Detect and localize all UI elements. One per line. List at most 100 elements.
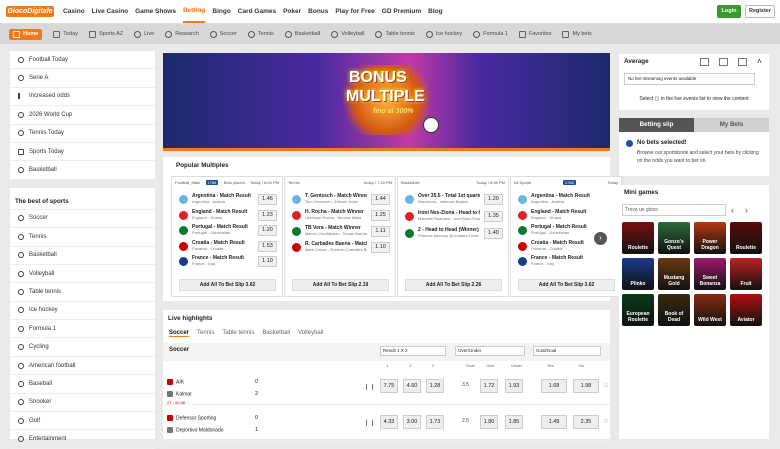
nav-play-for-free[interactable]: Play for Free [335, 0, 374, 24]
game-tile[interactable]: Fruit [730, 258, 762, 290]
odds-under-button[interactable]: 1.93 [505, 379, 523, 393]
chevron-up-icon[interactable]: ˄ [757, 58, 766, 66]
subnav-research[interactable]: Research [165, 30, 199, 38]
tab-table-tennis[interactable]: Table tennis [222, 330, 254, 337]
sidebar-item-soccer[interactable]: Soccer [10, 210, 155, 229]
nav-betting[interactable]: Betting [182, 1, 206, 23]
subnav-ice-hockey[interactable]: Ice hockey [425, 30, 462, 38]
odds-1-button[interactable]: 4.33 [380, 415, 398, 429]
odds-no-button[interactable]: 1.98 [573, 379, 599, 393]
subnav-home[interactable]: Home [9, 28, 43, 40]
subnav-volleyball[interactable]: Volleyball [331, 30, 364, 38]
odds-2-button[interactable]: 1.28 [426, 379, 444, 393]
odds-button[interactable]: 1.53 [258, 240, 277, 252]
nav-casino[interactable]: Casino [63, 0, 85, 24]
nav-card-games[interactable]: Card Games [238, 0, 276, 24]
game-tile[interactable]: Plinko [622, 258, 654, 290]
odds-button[interactable]: 1.20 [484, 194, 503, 205]
subnav-sports-az[interactable]: Sports AZ [88, 30, 123, 38]
stats-icon[interactable] [719, 58, 728, 66]
subnav-favorites[interactable]: Favorites [518, 30, 551, 38]
subnav-live[interactable]: Live [134, 30, 154, 38]
game-tile[interactable]: Book of Dead [658, 294, 690, 326]
tab-volleyball[interactable]: Volleyball [298, 330, 323, 337]
odds-yes-button[interactable]: 1.68 [541, 379, 567, 393]
market-select-goal-goal[interactable]: Goal/Goal [533, 346, 601, 356]
chevron-right-icon[interactable]: › [594, 232, 607, 245]
odds-button[interactable]: 1.25 [371, 210, 390, 221]
sidebar-item-sports-today[interactable]: Sports Today [10, 143, 155, 162]
odds-under-button[interactable]: 1.85 [505, 415, 523, 429]
market-select-over-under[interactable]: Over/Under [455, 346, 525, 356]
home-team[interactable]: Defensor Sporting [167, 415, 216, 421]
sidebar-item-american-football[interactable]: American football [10, 357, 155, 376]
favorite-star-icon[interactable]: ☆ [603, 381, 609, 389]
game-tile[interactable]: Mustang Gold [658, 258, 690, 290]
add-all-to-slip-button[interactable]: Add All To Bet Slip 3.62 [518, 279, 615, 291]
odds-x-button[interactable]: 3.00 [403, 415, 421, 429]
sidebar-item-world-cup[interactable]: 2026 World Cup [10, 106, 155, 125]
odds-over-button[interactable]: 1.72 [480, 379, 498, 393]
game-tile[interactable]: Roulette [730, 222, 762, 254]
nav-gd-premium[interactable]: GD Premium [382, 0, 421, 24]
odds-no-button[interactable]: 2.35 [573, 415, 599, 429]
odds-yes-button[interactable]: 1.49 [541, 415, 567, 429]
odds-button[interactable]: 1.40 [484, 228, 503, 239]
subnav-table-tennis[interactable]: Table tennis [375, 30, 415, 38]
chevron-right-icon[interactable]: › [745, 205, 748, 215]
sidebar-item-baseball[interactable]: Baseball [10, 375, 155, 394]
stats-icon[interactable] [366, 420, 373, 426]
odds-2-button[interactable]: 1.73 [426, 415, 444, 429]
nav-bonus[interactable]: Bonus [308, 0, 328, 24]
odds-button[interactable]: 1.23 [258, 209, 277, 221]
away-team[interactable]: Deportivo Maldonado [167, 427, 224, 433]
odds-button[interactable]: 1.10 [371, 242, 390, 253]
sidebar-item-tennis[interactable]: Tennis [10, 228, 155, 247]
sidebar-item-basketball[interactable]: Basketball [10, 161, 155, 180]
add-all-to-slip-button[interactable]: Add All To Bet Slip 3.62 [179, 279, 276, 291]
subnav-formula-1[interactable]: Formula 1 [473, 30, 508, 38]
tab-betting-slip[interactable]: Betting slip [619, 118, 694, 132]
favorite-star-icon[interactable]: ☆ [603, 417, 609, 425]
away-team[interactable]: Kalmar [167, 391, 192, 397]
tab-soccer[interactable]: Soccer [169, 330, 190, 337]
game-tile[interactable]: Power Dragon [694, 222, 726, 254]
stats-icon[interactable] [366, 384, 373, 390]
nav-live-casino[interactable]: Live Casino [92, 0, 128, 24]
odds-button[interactable]: 1.44 [371, 194, 390, 205]
sidebar-item-entertainment[interactable]: Entertainment [10, 430, 155, 449]
add-all-to-slip-button[interactable]: Add All To Bet Slip 2.26 [405, 279, 502, 291]
odds-button[interactable]: 1.20 [258, 225, 277, 236]
sidebar-item-basketball-2[interactable]: Basketball [10, 247, 155, 265]
nav-poker[interactable]: Poker [283, 0, 301, 24]
subnav-tennis[interactable]: Tennis [247, 30, 274, 38]
register-button[interactable]: Register [745, 5, 775, 18]
tab-basketball[interactable]: Basketball [262, 330, 290, 337]
subnav-my-bets[interactable]: My bets [562, 30, 592, 38]
odds-1-button[interactable]: 7.75 [380, 379, 398, 393]
market-select-1x2[interactable]: Result 1 X 2 [380, 346, 446, 356]
promo-banner[interactable]: BONUS MULTIPLE fino al 300% [163, 53, 610, 149]
stream-select[interactable]: No live streaming events available [624, 73, 755, 85]
sidebar-item-formula-1[interactable]: Formula 1 [10, 320, 155, 339]
sidebar-item-increased-odds[interactable]: Increased odds [10, 88, 155, 107]
odds-over-button[interactable]: 1.80 [480, 415, 498, 429]
subnav-today[interactable]: Today [53, 30, 78, 38]
sidebar-item-serie-a[interactable]: Serie A [10, 69, 155, 88]
sidebar-item-cycling[interactable]: Cycling [10, 338, 155, 357]
game-tile[interactable]: Aviator [730, 294, 762, 326]
sidebar-item-snooker[interactable]: Snooker [10, 394, 155, 413]
field-icon[interactable] [738, 58, 747, 66]
sidebar-item-tennis-today[interactable]: Tennis Today [10, 125, 155, 143]
odds-button[interactable]: 1.11 [371, 226, 390, 237]
game-tile[interactable]: Sweet Bonanza [694, 258, 726, 290]
nav-game-shows[interactable]: Game Shows [135, 0, 176, 24]
odds-button[interactable]: 1.10 [258, 256, 277, 267]
game-tile[interactable]: Gonzo's Quest [658, 222, 690, 254]
nav-bingo[interactable]: Bingo [212, 0, 230, 24]
brand-logo[interactable]: GiocoDigitale [6, 6, 54, 17]
home-team[interactable]: AIK [167, 379, 184, 385]
chevron-left-icon[interactable]: ‹ [731, 205, 734, 215]
game-tile[interactable]: European Roulette [622, 294, 654, 326]
sidebar-item-golf[interactable]: Golf [10, 412, 155, 431]
